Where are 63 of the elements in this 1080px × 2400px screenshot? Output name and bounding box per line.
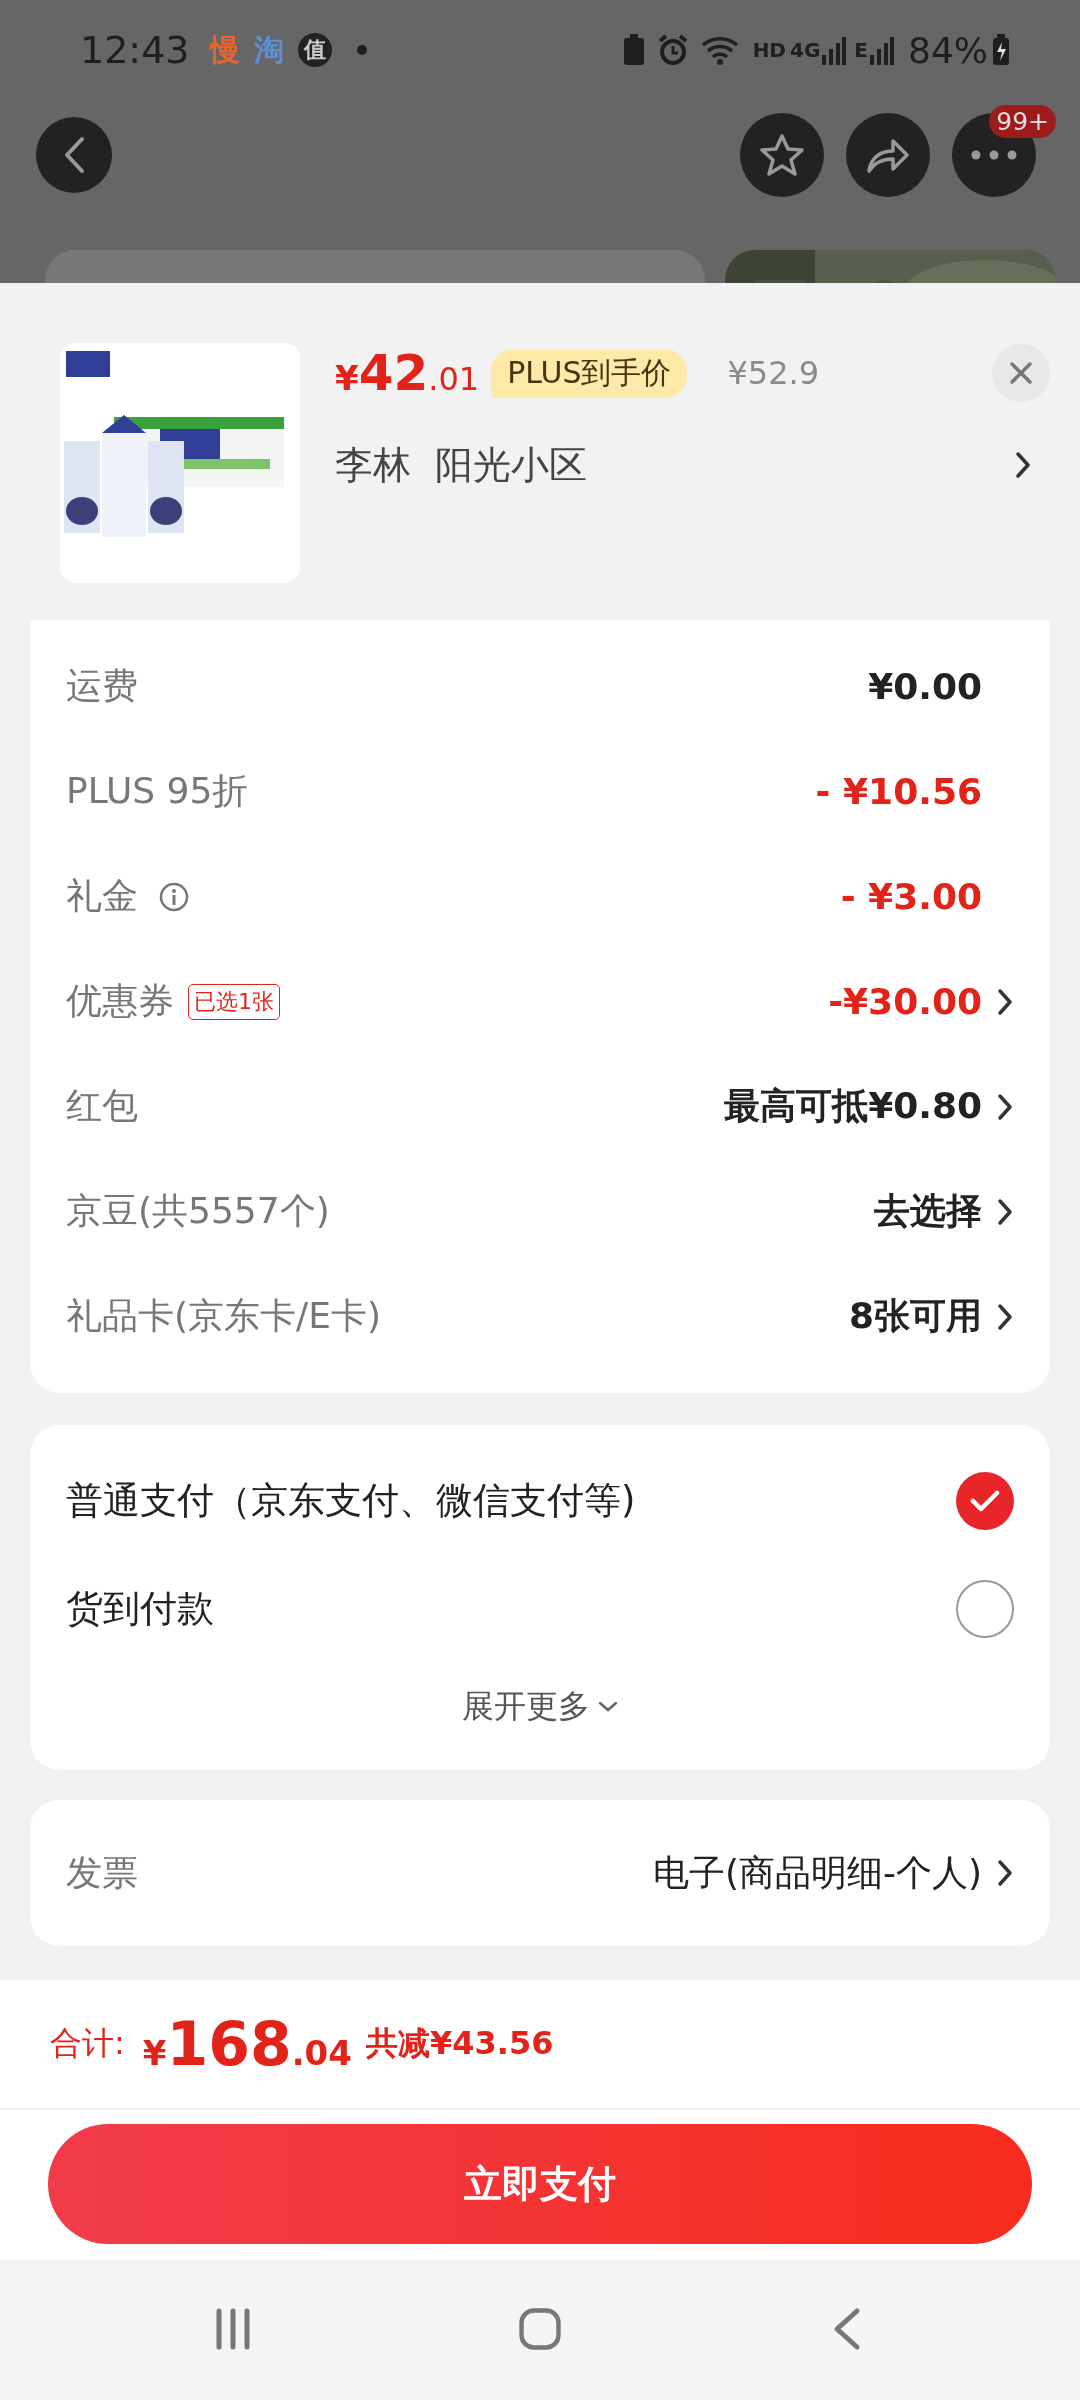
signal-icon (870, 35, 894, 65)
home-icon (518, 2306, 562, 2351)
network-label: E (854, 38, 868, 62)
payment-option[interactable]: 货到付款 (66, 1555, 1014, 1663)
total-price: ¥168.04 (142, 2009, 352, 2079)
radio-button[interactable] (956, 1580, 1014, 1638)
chevron-icon (1014, 450, 1032, 480)
delivery-address: 李林 阳光小区 (335, 441, 589, 489)
invoice-value: 电子(商品明细-个人) (652, 1850, 982, 1895)
invoice-row[interactable]: 发票 电子(商品明细-个人) (30, 1800, 1050, 1946)
battery-percent: 84% (908, 29, 988, 71)
pay-now-button[interactable]: 立即支付 (48, 2124, 1032, 2244)
charge-label: 红包 (66, 1084, 138, 1128)
radio-button[interactable] (956, 1472, 1014, 1530)
charge-label: 礼金 (66, 874, 138, 918)
charge-label: PLUS 95折 (66, 769, 249, 813)
charge-label: 礼品卡(京东卡/E卡) (66, 1294, 381, 1338)
price-tag: PLUS到手价 (491, 348, 688, 398)
signal-icon (822, 35, 847, 65)
chevron-down-icon (598, 1701, 618, 1713)
app-notification-icon: 淘 (253, 29, 284, 71)
charge-value: ¥0.00 (868, 666, 982, 707)
charge-value: 8张可用 (848, 1294, 982, 1338)
battery-icon (992, 34, 1010, 66)
charge-value: -¥30.00 (828, 981, 982, 1022)
close-icon (1009, 361, 1033, 385)
charge-label: 优惠券 (66, 979, 174, 1023)
original-price: ¥52.9 (727, 354, 821, 392)
expand-more-button[interactable]: 展开更多 (462, 1685, 618, 1729)
price: ¥42.01 (335, 344, 480, 402)
charge-row[interactable]: 红包 最高可抵¥0.80 (66, 1054, 1014, 1159)
charge-label: 京豆(共5557个) (66, 1189, 330, 1233)
charge-row[interactable]: 优惠券 已选1张 -¥30.00 (66, 949, 1014, 1054)
network-label: HD (752, 38, 786, 62)
star-icon (759, 132, 805, 178)
charge-label: 运费 (66, 664, 138, 708)
app-notification-icon: 值 (297, 33, 332, 67)
wifi-icon (700, 34, 741, 66)
charge-value: - ¥10.56 (815, 771, 982, 812)
invoice-label: 发票 (66, 1850, 139, 1895)
charge-row[interactable]: 礼品卡(京东卡/E卡) 8张可用 (66, 1264, 1014, 1369)
clock-time: 12:43 (80, 28, 190, 72)
dot-icon (355, 44, 368, 56)
payment-label: 货到付款 (66, 1586, 215, 1632)
total-saving: 共减¥43.56 (365, 2023, 554, 2064)
network-label: 4G (789, 38, 821, 62)
coupon-tag: 已选1张 (188, 983, 280, 1020)
total-label: 合计: (50, 2023, 125, 2064)
app-notification-icon: 慢 (209, 29, 240, 71)
address-row[interactable]: 李林 阳光小区 (335, 435, 1050, 495)
back-icon (62, 135, 86, 175)
charge-value: 最高可抵¥0.80 (724, 1084, 982, 1128)
charge-value: - ¥3.00 (840, 876, 982, 917)
payment-option[interactable]: 普通支付（京东支付、微信支付等) (66, 1447, 1014, 1555)
check-icon (970, 1489, 1000, 1513)
notification-badge: 99+ (989, 105, 1056, 138)
battery-saver-icon (622, 34, 645, 66)
payment-label: 普通支付（京东支付、微信支付等) (66, 1478, 637, 1524)
charge-row[interactable]: 京豆(共5557个) 去选择 (66, 1159, 1014, 1264)
chevron-icon (996, 1858, 1014, 1888)
alarm-icon (656, 34, 689, 66)
charge-value: 去选择 (874, 1189, 982, 1233)
more-icon (971, 150, 1017, 160)
